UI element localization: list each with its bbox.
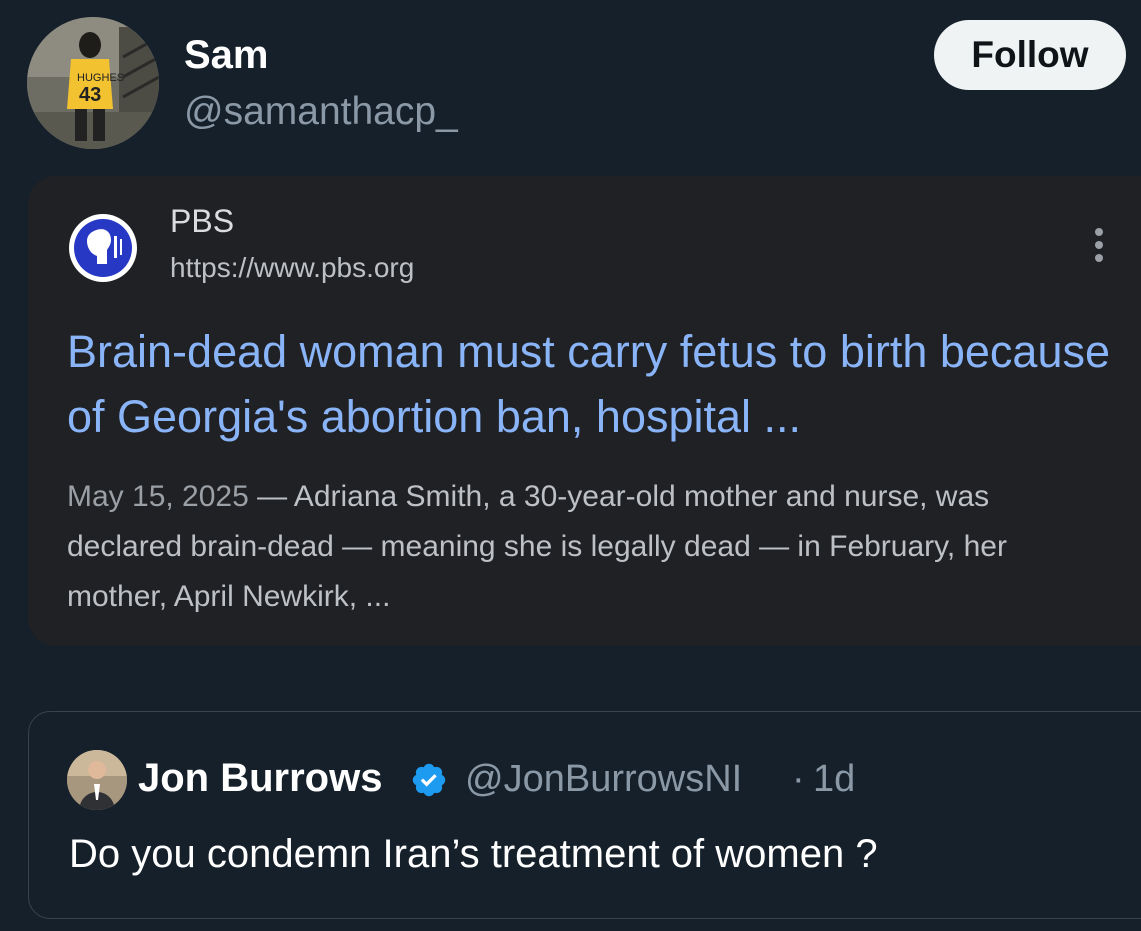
quoted-tweet-text: Do you condemn Iran’s treatment of women… (69, 832, 878, 876)
quoted-author-avatar[interactable] (67, 750, 127, 810)
pbs-logo-icon (67, 212, 139, 284)
source-name: PBS (170, 203, 235, 239)
quoted-tweet-card[interactable]: Jon Burrows @JonBurrowsNI · 1d Do you co… (28, 711, 1141, 919)
result-title-link[interactable]: Brain-dead woman must carry fetus to bir… (67, 319, 1127, 449)
verified-badge-icon (410, 761, 448, 799)
separator-dot: · (792, 758, 805, 800)
quoted-tweet-timestamp[interactable]: 1d (813, 758, 855, 801)
result-date: May 15, 2025 (67, 480, 249, 513)
svg-text:HUGHES: HUGHES (77, 72, 124, 84)
source-url[interactable]: https://www.pbs.org (170, 252, 414, 284)
quoted-author-name[interactable]: Jon Burrows (138, 756, 382, 801)
author-name[interactable]: Sam (184, 33, 269, 78)
quoted-author-handle[interactable]: @JonBurrowsNI (465, 758, 742, 801)
author-handle[interactable]: @samanthacp_ (184, 90, 458, 134)
svg-text:43: 43 (79, 84, 101, 106)
follow-button[interactable]: Follow (934, 20, 1126, 90)
author-avatar-image: HUGHES 43 (27, 17, 159, 149)
search-result-card[interactable]: PBS https://www.pbs.org Brain-dead woman… (28, 176, 1141, 646)
quoted-author-avatar-image (67, 750, 127, 810)
more-vertical-icon[interactable] (1086, 228, 1112, 268)
author-avatar[interactable]: HUGHES 43 (27, 17, 159, 149)
result-snippet: May 15, 2025 — Adriana Smith, a 30-year-… (67, 472, 1107, 622)
